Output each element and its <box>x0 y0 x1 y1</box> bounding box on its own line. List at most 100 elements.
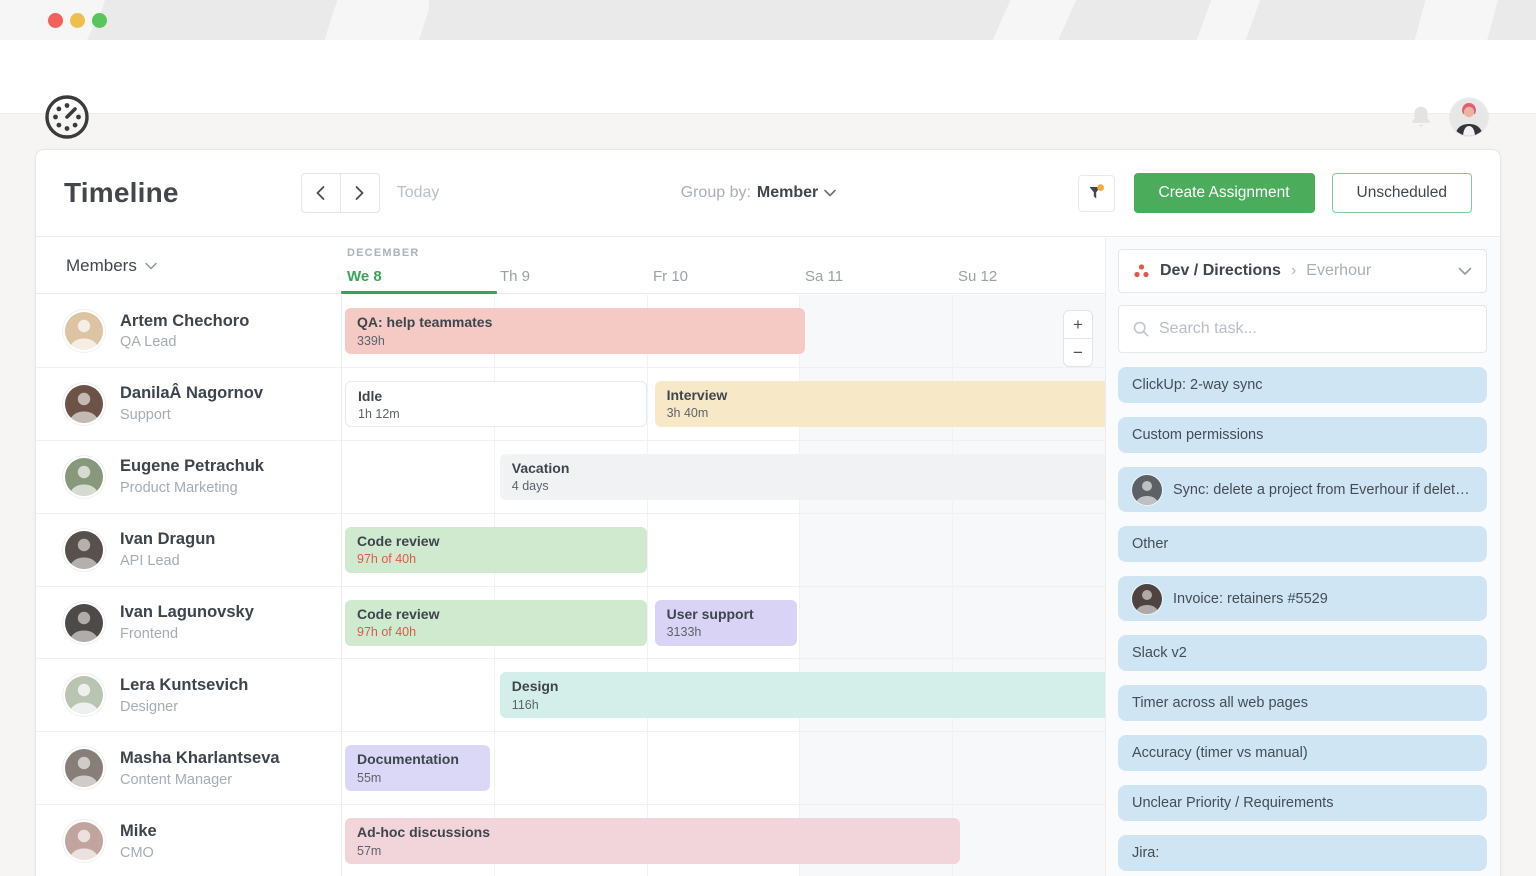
member-name: Ivan Lagunovsky <box>120 601 254 625</box>
assignment-title: Ad-hoc discussions <box>357 823 948 843</box>
task-item[interactable]: Other <box>1118 526 1487 562</box>
project-selector[interactable]: Dev / Directions › Everhour <box>1118 249 1487 293</box>
zoom-out-button[interactable]: − <box>1063 338 1093 367</box>
assignment-title: Vacation <box>512 459 1093 479</box>
today-button[interactable]: Today <box>397 184 440 202</box>
day-header-su12: Su 12 <box>958 268 997 285</box>
assignee-avatar <box>1132 475 1162 505</box>
member-name: Lera Kuntsevich <box>120 674 248 698</box>
window-minimize-button[interactable] <box>70 13 85 28</box>
timeline-toolbar: Timeline Today Group by: Member Create A… <box>36 150 1500 237</box>
task-item[interactable]: Custom permissions <box>1118 417 1487 453</box>
browser-titlebar <box>0 0 1536 40</box>
member-name: Masha Kharlantseva <box>120 747 280 771</box>
assignment-title: User support <box>667 605 786 625</box>
task-item[interactable]: Sync: delete a project from Everhour if … <box>1118 467 1487 512</box>
member-avatar <box>65 458 103 496</box>
task-item[interactable]: Slack v2 <box>1118 635 1487 671</box>
member-row: Ivan Dragun API Lead Code review 97h of … <box>36 514 1105 587</box>
task-item[interactable]: Timer across all web pages <box>1118 685 1487 721</box>
member-role: API Lead <box>120 552 215 571</box>
assignment-bar[interactable]: QA: help teammates 339h <box>345 308 805 354</box>
window-zoom-button[interactable] <box>92 13 107 28</box>
member-row: Lera Kuntsevich Designer Design 116h <box>36 659 1105 732</box>
member-name: Mike <box>120 820 157 844</box>
filter-button[interactable] <box>1078 175 1115 212</box>
task-item[interactable]: Accuracy (timer vs manual) <box>1118 735 1487 771</box>
search-input[interactable] <box>1159 320 1472 338</box>
member-row: DanilaÂ Nagornov Support Idle 1h 12m Int… <box>36 368 1105 441</box>
day-header-sa11: Sa 11 <box>805 268 843 285</box>
assignment-time: 3h 40m <box>667 405 1093 422</box>
task-label: Invoice: retainers #5529 <box>1173 591 1328 607</box>
assignment-overtime: 97h of 40h <box>357 624 635 641</box>
assignment-bar[interactable]: Code review 97h of 40h <box>345 527 647 573</box>
prev-period-button[interactable] <box>301 173 341 213</box>
member-row: Eugene Petrachuk Product Marketing Vacat… <box>36 441 1105 514</box>
task-label: Custom permissions <box>1132 427 1263 443</box>
member-role: Frontend <box>120 625 254 644</box>
member-avatar <box>65 822 103 860</box>
notifications-bell-icon[interactable] <box>1408 104 1434 135</box>
member-name: DanilaÂ Nagornov <box>120 382 263 406</box>
grid-header: Members DECEMBER We 8 Th 9 Fr 10 Sa 11 S… <box>36 238 1105 294</box>
group-by-value[interactable]: Member <box>757 184 818 202</box>
member-role: Product Marketing <box>120 479 264 498</box>
task-item[interactable]: ClickUp: 2-way sync <box>1118 367 1487 403</box>
assignment-time: 57m <box>357 843 948 860</box>
assignment-overtime: 97h of 40h <box>357 551 635 568</box>
chevron-down-icon <box>824 189 836 197</box>
assignment-bar[interactable]: Idle 1h 12m <box>345 381 647 427</box>
assignment-bar[interactable]: Vacation 4 days <box>500 454 1105 500</box>
tasks-sidebar: Dev / Directions › Everhour ClickUp: 2-w… <box>1105 238 1500 876</box>
assignment-time: 3133h <box>667 624 786 641</box>
chevron-down-icon <box>145 262 157 270</box>
everhour-logo-icon[interactable] <box>44 94 90 145</box>
unscheduled-button[interactable]: Unscheduled <box>1332 173 1472 213</box>
next-period-button[interactable] <box>340 173 380 213</box>
assignment-title: Design <box>512 677 1093 697</box>
task-search <box>1118 305 1487 353</box>
assignment-bar[interactable]: Design 116h <box>500 672 1105 718</box>
task-label: Slack v2 <box>1132 645 1187 661</box>
current-day-underline <box>341 291 497 294</box>
member-avatar <box>65 604 103 642</box>
group-by-control[interactable]: Group by: Member <box>681 184 837 202</box>
member-name: Ivan Dragun <box>120 528 215 552</box>
members-dropdown[interactable]: Members <box>66 238 157 294</box>
assignment-bar[interactable]: Code review 97h of 40h <box>345 600 647 646</box>
task-item[interactable]: Unclear Priority / Requirements <box>1118 785 1487 821</box>
zoom-in-button[interactable]: + <box>1063 310 1093 339</box>
timeline-grid: Members DECEMBER We 8 Th 9 Fr 10 Sa 11 S… <box>36 238 1105 876</box>
member-role: CMO <box>120 844 157 863</box>
member-avatar <box>65 749 103 787</box>
task-label: Jira: <box>1132 845 1159 861</box>
day-header-fr10: Fr 10 <box>653 268 688 285</box>
assignment-time: 116h <box>512 697 1093 714</box>
brush-streak <box>311 0 440 40</box>
task-item[interactable]: Invoice: retainers #5529 <box>1118 576 1487 621</box>
member-avatar <box>65 676 103 714</box>
member-cell: Artem Chechoro QA Lead <box>36 295 341 367</box>
assignment-title: Documentation <box>357 750 478 770</box>
member-row: Ivan Lagunovsky Frontend Code review 97h… <box>36 587 1105 660</box>
page-title: Timeline <box>64 177 179 209</box>
member-cell: Ivan Dragun API Lead <box>36 514 341 586</box>
project-name: Dev / Directions <box>1160 262 1281 280</box>
project-icon <box>1133 263 1150 279</box>
member-avatar <box>65 385 103 423</box>
member-rows: Artem Chechoro QA Lead QA: help teammate… <box>36 295 1105 876</box>
assignments-cell: Ad-hoc discussions 57m <box>341 805 1105 876</box>
assignment-bar[interactable]: Interview 3h 40m <box>655 381 1105 427</box>
assignment-title: Idle <box>358 387 634 407</box>
chevron-left-icon <box>316 186 325 200</box>
member-name: Artem Chechoro <box>120 310 249 334</box>
assignment-bar[interactable]: Ad-hoc discussions 57m <box>345 818 960 864</box>
timeline-content: Members DECEMBER We 8 Th 9 Fr 10 Sa 11 S… <box>36 238 1500 876</box>
create-assignment-button[interactable]: Create Assignment <box>1134 173 1315 213</box>
window-close-button[interactable] <box>48 13 63 28</box>
assignment-bar[interactable]: User support 3133h <box>655 600 798 646</box>
task-item[interactable]: Jira: <box>1118 835 1487 871</box>
assignment-bar[interactable]: Documentation 55m <box>345 745 490 791</box>
user-avatar[interactable] <box>1450 98 1488 136</box>
